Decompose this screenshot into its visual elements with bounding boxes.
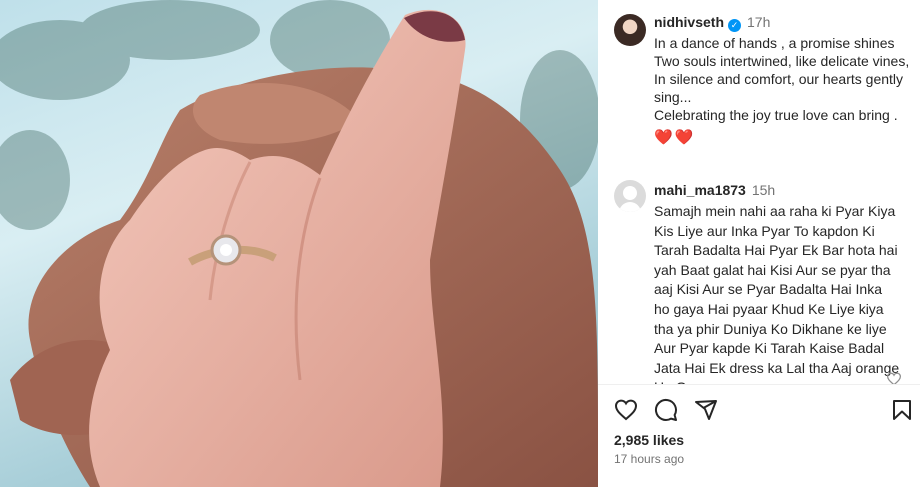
commenter-avatar[interactable] [614, 180, 646, 212]
comment-time[interactable]: 15h [752, 182, 775, 198]
comment-heart-icon[interactable] [886, 372, 902, 384]
action-bar [614, 398, 914, 422]
hands-ring-image [0, 0, 598, 487]
caption-hearts: ❤️❤️ [654, 129, 696, 146]
share-icon[interactable] [694, 398, 718, 422]
comment-text: Samajh mein nahi aa raha ki Pyar Kiya Ki… [654, 203, 900, 384]
verified-badge-icon: ✓ [728, 19, 742, 32]
heart-icon[interactable] [614, 398, 638, 422]
post-time[interactable]: 17h [747, 14, 770, 30]
bookmark-icon[interactable] [890, 398, 914, 422]
author-avatar[interactable] [614, 14, 646, 46]
post-sidebar: nidhivseth ✓ 17h In a dance of hands , a p… [598, 0, 920, 487]
comments-scroll-area[interactable]: nidhivseth ✓ 17h In a dance of hands , a p… [598, 0, 920, 384]
post-caption: In a dance of hands , a promise shines T… [654, 35, 910, 123]
post-photo[interactable] [0, 0, 598, 487]
commenter-username[interactable]: mahi_ma1873 [654, 182, 746, 198]
divider [598, 384, 920, 385]
post-timestamp[interactable]: 17 hours ago [614, 452, 684, 466]
author-username[interactable]: nidhivseth [654, 14, 724, 30]
comment-icon[interactable] [654, 398, 678, 422]
likes-count[interactable]: 2,985 likes [614, 432, 684, 448]
